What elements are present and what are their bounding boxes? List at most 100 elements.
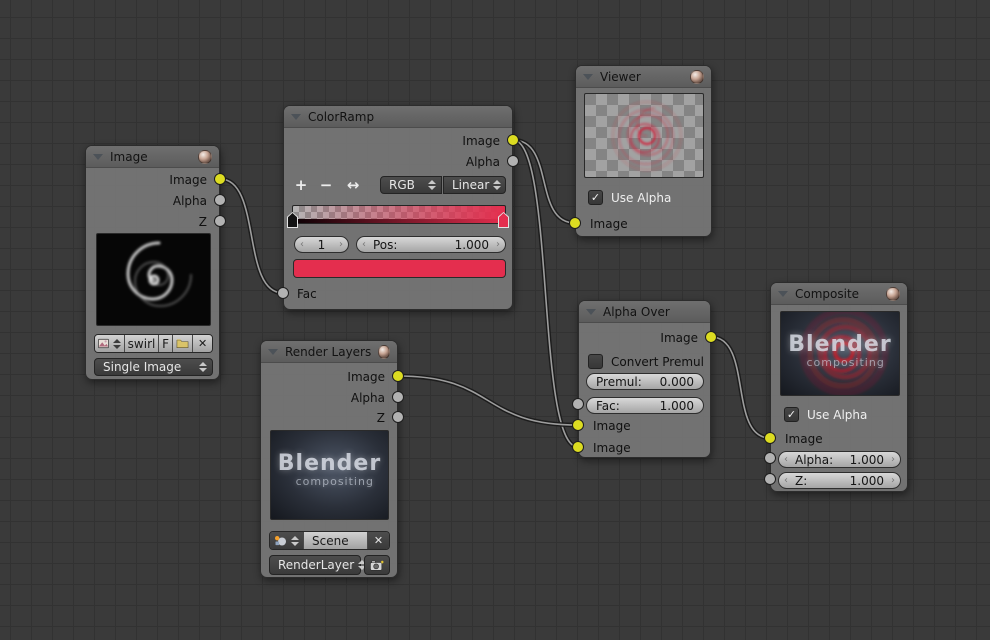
active-stop-index-field[interactable]: ‹ 1 › <box>294 236 349 253</box>
alpha-label: Alpha: <box>795 452 834 467</box>
node-viewer[interactable]: Viewer ✓ Use Alpha Image <box>575 65 712 237</box>
collapse-triangle-icon[interactable] <box>586 308 596 315</box>
node-editor-canvas[interactable]: Image Image Alpha Z swirl F ✕ Single Ima… <box>0 0 990 640</box>
open-file-button[interactable] <box>173 335 194 352</box>
scene-datablock-row: Scene ✕ <box>269 531 390 550</box>
collapse-triangle-icon[interactable] <box>93 153 103 160</box>
node-viewer-header[interactable]: Viewer <box>576 66 711 88</box>
chevron-updown-icon <box>428 180 436 190</box>
image-datablock-selector[interactable] <box>95 335 125 352</box>
stepper-left-icon[interactable]: ‹ <box>300 236 304 253</box>
use-alpha-row[interactable]: ✓ Use Alpha <box>784 407 867 422</box>
interpolation-dropdown[interactable]: Linear <box>443 176 506 194</box>
datablock-browse-arrows-icon[interactable] <box>113 338 121 349</box>
collapse-triangle-icon[interactable] <box>291 113 301 120</box>
node-render-layers[interactable]: Render Layers Image Alpha Z Blender comp… <box>260 340 398 578</box>
stepper-left-icon[interactable]: ‹ <box>784 451 788 468</box>
unlink-scene-button[interactable]: ✕ <box>368 532 389 549</box>
active-color-swatch[interactable] <box>293 259 506 278</box>
collapse-triangle-icon[interactable] <box>583 73 593 80</box>
premul-slider[interactable]: Premul: 0.000 <box>586 373 704 390</box>
node-image-header[interactable]: Image <box>86 146 219 168</box>
use-alpha-label: Use Alpha <box>807 407 868 422</box>
datablock-browse-arrows-icon[interactable] <box>291 535 299 546</box>
color-mode-dropdown[interactable]: RGB <box>380 176 442 194</box>
node-title: Composite <box>795 286 860 301</box>
use-alpha-row[interactable]: ✓ Use Alpha <box>588 190 671 205</box>
node-colorramp-header[interactable]: ColorRamp <box>284 106 512 128</box>
input-label-image-2: Image <box>593 441 631 455</box>
alpha-over-input-socket-image-1[interactable] <box>572 419 584 431</box>
close-icon: ✕ <box>198 337 208 350</box>
stepper-right-icon[interactable]: › <box>496 236 500 253</box>
stepper-left-icon[interactable]: ‹ <box>784 472 788 489</box>
image-source-dropdown[interactable]: Single Image <box>94 358 213 376</box>
composite-input-socket-alpha[interactable] <box>764 452 776 464</box>
composite-input-socket-z[interactable] <box>764 473 776 485</box>
image-output-socket-z[interactable] <box>214 215 226 227</box>
image-name-field[interactable]: swirl <box>125 335 159 352</box>
output-label-z: Z <box>376 411 385 425</box>
add-stop-button[interactable]: + <box>290 176 312 194</box>
stepper-right-icon[interactable]: › <box>891 472 895 489</box>
alpha-over-input-socket-fac[interactable] <box>572 398 584 410</box>
stepper-right-icon[interactable]: › <box>891 451 895 468</box>
scene-name-field[interactable]: Scene <box>304 532 368 549</box>
node-image[interactable]: Image Image Alpha Z swirl F ✕ Single Ima… <box>85 145 220 380</box>
image-output-socket-image[interactable] <box>214 173 226 185</box>
remove-stop-button[interactable]: − <box>315 176 337 194</box>
colorramp-input-socket-fac[interactable] <box>277 287 289 299</box>
use-alpha-checkbox[interactable]: ✓ <box>784 407 799 422</box>
convert-premul-checkbox[interactable] <box>588 354 603 369</box>
premul-label: Premul: <box>596 374 642 389</box>
preview-subtitle: compositing <box>806 356 885 369</box>
render-layers-output-socket-z[interactable] <box>392 411 404 423</box>
alpha-slider[interactable]: ‹ Alpha: 1.000 › <box>778 451 901 468</box>
output-label-alpha: Alpha <box>172 194 207 208</box>
stepper-left-icon[interactable]: ‹ <box>362 236 366 253</box>
node-render-layers-header[interactable]: Render Layers <box>261 341 397 363</box>
flip-ramp-button[interactable]: ↔ <box>342 176 364 194</box>
image-icon <box>98 338 109 349</box>
z-slider[interactable]: ‹ Z: 1.000 › <box>778 472 901 489</box>
colorband[interactable] <box>292 205 506 224</box>
unlink-datablock-button[interactable]: ✕ <box>193 335 212 352</box>
node-colorramp[interactable]: ColorRamp Image Alpha + − ↔ RGB Linear ‹… <box>283 105 513 310</box>
colorramp-output-socket-image[interactable] <box>507 134 519 146</box>
z-value: 1.000 <box>849 473 884 488</box>
node-composite[interactable]: Composite Blender compositing ✓ Use Alph… <box>770 282 908 492</box>
node-title: ColorRamp <box>308 109 375 124</box>
node-alpha-over[interactable]: Alpha Over Image Convert Premul Premul: … <box>578 300 711 458</box>
convert-premul-row[interactable]: Convert Premul <box>588 354 704 369</box>
render-layers-preview: Blender compositing <box>270 430 389 520</box>
render-layers-output-socket-image[interactable] <box>392 370 404 382</box>
composite-preview: Blender compositing <box>780 311 900 396</box>
collapse-triangle-icon[interactable] <box>268 348 278 355</box>
render-layers-output-socket-alpha[interactable] <box>392 391 404 403</box>
node-composite-header[interactable]: Composite <box>771 283 907 305</box>
alpha-over-input-socket-image-2[interactable] <box>572 441 584 453</box>
colorramp-output-socket-alpha[interactable] <box>507 155 519 167</box>
output-label-image: Image <box>169 173 207 187</box>
input-label-fac: Fac <box>297 287 317 301</box>
scene-selector[interactable] <box>270 532 304 549</box>
viewer-input-socket-image[interactable] <box>569 217 581 229</box>
use-alpha-label: Use Alpha <box>611 190 672 205</box>
node-title: Viewer <box>600 69 641 84</box>
image-output-socket-alpha[interactable] <box>214 194 226 206</box>
position-field[interactable]: ‹ Pos: 1.000 › <box>356 236 506 253</box>
fac-slider[interactable]: Fac: 1.000 <box>586 397 704 414</box>
rerender-layer-button[interactable] <box>364 555 390 575</box>
composite-input-socket-image[interactable] <box>764 432 776 444</box>
fake-user-button[interactable]: F <box>159 335 174 352</box>
use-alpha-checkbox[interactable]: ✓ <box>588 190 603 205</box>
output-label-alpha: Alpha <box>465 155 500 169</box>
fac-label: Fac: <box>596 398 620 413</box>
render-layer-dropdown[interactable]: RenderLayer <box>269 555 367 575</box>
active-stop-index-value: 1 <box>317 237 326 252</box>
stepper-right-icon[interactable]: › <box>339 236 343 253</box>
chevron-updown-icon <box>493 180 502 190</box>
collapse-triangle-icon[interactable] <box>778 290 788 297</box>
alpha-over-output-socket-image[interactable] <box>705 331 717 343</box>
node-alpha-over-header[interactable]: Alpha Over <box>579 301 710 323</box>
